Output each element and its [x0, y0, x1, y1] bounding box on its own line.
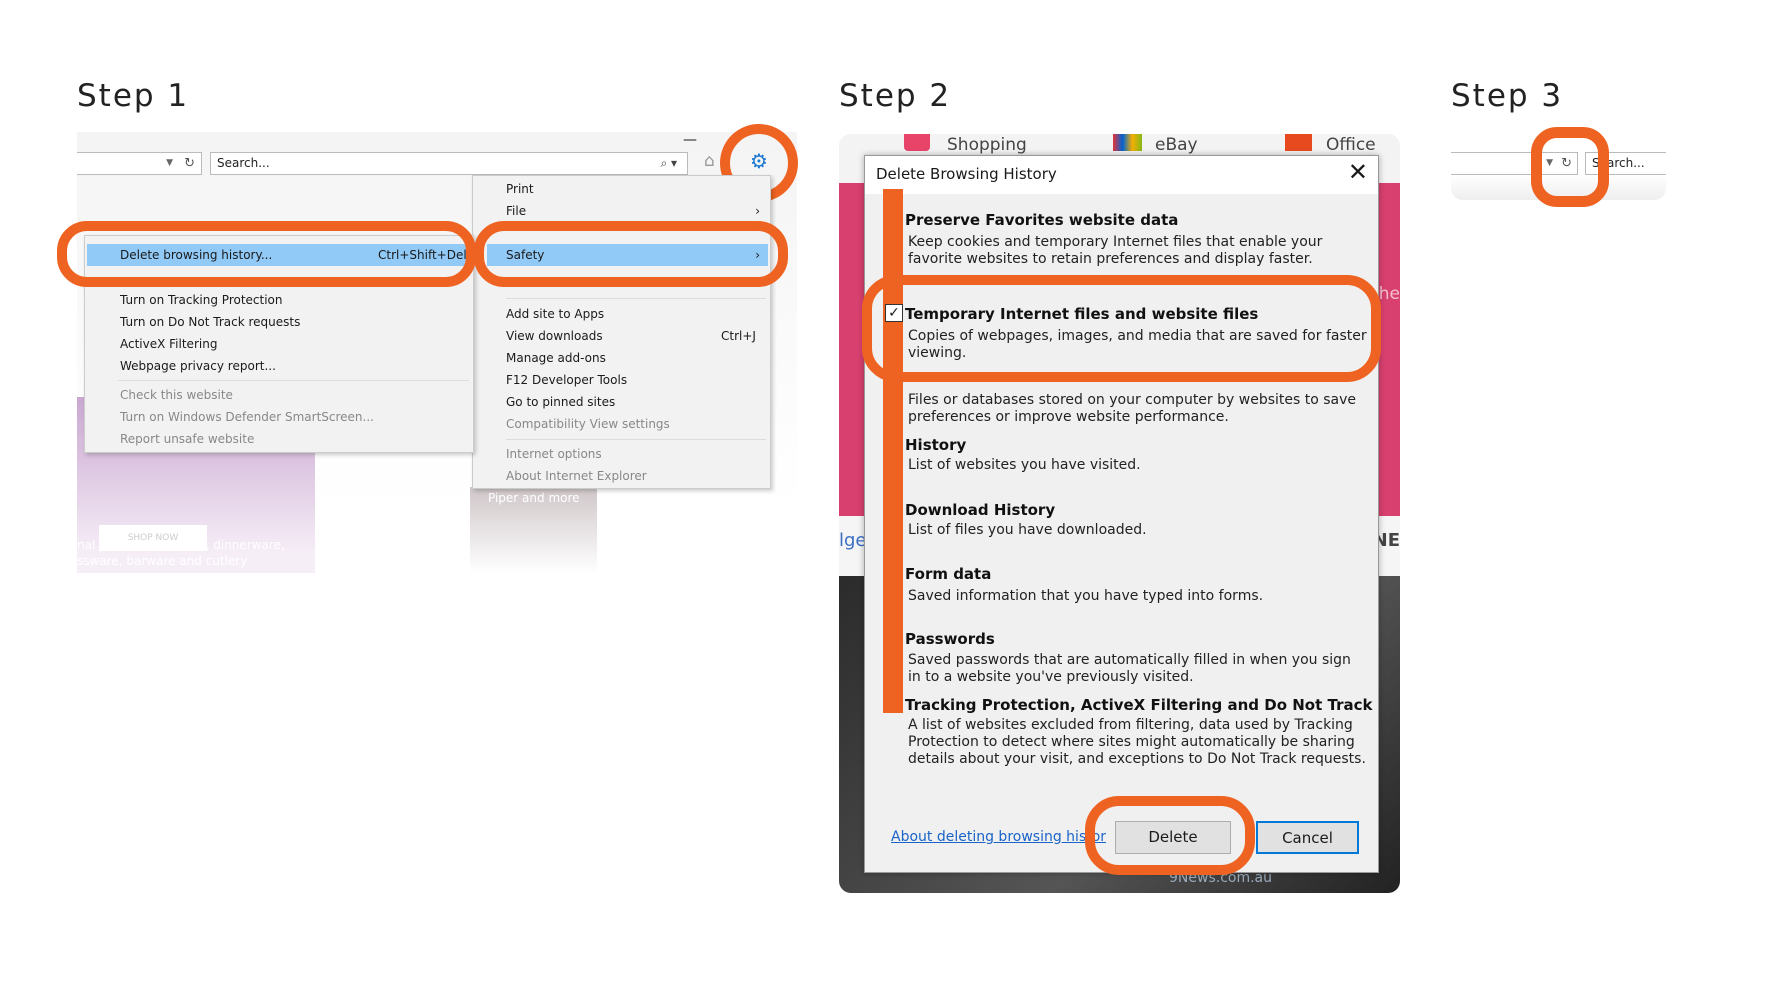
item-desc: Keep cookies and temporary Internet file…: [908, 234, 1323, 267]
temporary-files-highlight: [862, 275, 1381, 382]
menu-item-manage-addons[interactable]: Manage add-ons: [473, 347, 770, 369]
search-input[interactable]: Search... ⌕ ▾: [210, 152, 688, 175]
ebay-icon: [1113, 134, 1142, 151]
menu-item-do-not-track[interactable]: Turn on Do Not Track requests: [85, 311, 473, 333]
delete-history-highlight: [57, 221, 476, 287]
shopping-icon: [904, 134, 930, 151]
item-title: History: [905, 436, 967, 454]
menu-item-internet-options[interactable]: Internet options: [473, 443, 770, 465]
item-title: Tracking Protection, ActiveX Filtering a…: [905, 696, 1373, 714]
address-bar[interactable]: ▼ ↻: [77, 152, 202, 175]
menu-item-smartscreen[interactable]: Turn on Windows Defender SmartScreen...: [85, 406, 473, 428]
menu-item-add-site[interactable]: Add site to Apps: [473, 303, 770, 325]
menu-item-f12[interactable]: F12 Developer Tools: [473, 369, 770, 391]
menu-item-check-website[interactable]: Check this website: [85, 384, 473, 406]
dialog-titlebar: Delete Browsing History ✕: [865, 156, 1378, 194]
shop-now-button[interactable]: SHOP NOW: [99, 525, 207, 551]
item-desc: Saved information that you have typed in…: [908, 588, 1264, 604]
favorite-ebay[interactable]: eBay: [1155, 135, 1198, 155]
minimize-icon[interactable]: —: [683, 132, 697, 148]
item-title: Passwords: [905, 630, 995, 648]
menu-item-compat-view[interactable]: Compatibility View settings: [473, 413, 770, 435]
item-desc: List of files you have downloaded.: [908, 522, 1147, 538]
step-1-label: Step 1: [77, 78, 190, 114]
close-icon[interactable]: ✕: [1348, 158, 1368, 186]
item-title: Preserve Favorites website data: [905, 211, 1179, 229]
item-desc: Saved passwords that are automatically f…: [908, 652, 1351, 685]
item-title: Download History: [905, 501, 1056, 519]
item-title: Form data: [905, 565, 992, 583]
step-2-screenshot: Shopping eBay Office lge NE he 9News.com…: [839, 134, 1400, 893]
refresh-icon[interactable]: ↻: [184, 153, 195, 174]
menu-item-report-unsafe[interactable]: Report unsafe website: [85, 428, 473, 450]
dropdown-icon[interactable]: ▼: [166, 153, 173, 174]
office-icon: [1285, 134, 1312, 151]
step-2-label: Step 2: [839, 78, 952, 114]
home-icon[interactable]: ⌂: [704, 151, 715, 171]
menu-item-about-ie[interactable]: About Internet Explorer: [473, 465, 770, 487]
dialog-title: Delete Browsing History: [876, 165, 1057, 183]
item-desc: List of websites you have visited.: [908, 457, 1141, 473]
menu-item-activex-filtering[interactable]: ActiveX Filtering: [85, 333, 473, 355]
item-desc: Files or databases stored on your comput…: [908, 392, 1357, 425]
refresh-highlight: [1531, 127, 1609, 207]
menu-item-view-downloads[interactable]: View downloads Ctrl+J: [473, 325, 770, 347]
favorite-office[interactable]: Office: [1326, 135, 1376, 155]
menu-item-pinned-sites[interactable]: Go to pinned sites: [473, 391, 770, 413]
search-icon[interactable]: ⌕ ▾: [660, 153, 677, 174]
menu-item-tracking-protection[interactable]: Turn on Tracking Protection: [85, 289, 473, 311]
step-3-label: Step 3: [1451, 78, 1564, 114]
checkbox-column-highlight: [883, 189, 903, 713]
promo-tile: Piper and more: [470, 487, 597, 573]
delete-button-highlight: [1085, 796, 1255, 875]
safety-highlight: [474, 221, 788, 287]
favorite-shopping[interactable]: Shopping: [947, 135, 1027, 155]
cancel-button[interactable]: Cancel: [1256, 821, 1359, 854]
delete-browsing-history-dialog: Delete Browsing History ✕ ✓ Preserve Fav…: [864, 155, 1379, 873]
menu-item-privacy-report[interactable]: Webpage privacy report...: [85, 355, 473, 377]
menu-item-print[interactable]: Print: [473, 178, 770, 200]
about-deleting-link[interactable]: About deleting browsing histor: [891, 829, 1106, 845]
chevron-right-icon: ›: [755, 204, 760, 218]
menu-item-file[interactable]: File ›: [473, 200, 770, 222]
item-desc: A list of websites excluded from filteri…: [908, 717, 1366, 767]
